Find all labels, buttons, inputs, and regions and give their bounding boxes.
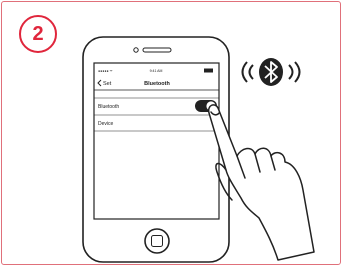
status-time: 9:41 AM <box>150 69 163 73</box>
row-device-label: Device <box>98 121 114 127</box>
row-bluetooth-label: Bluetooth <box>98 104 119 110</box>
nav-back-label[interactable]: Set <box>103 81 112 87</box>
battery-icon <box>204 68 213 73</box>
nav-title: Bluetooth <box>144 81 170 87</box>
signal-wave-left-inner <box>248 64 254 80</box>
home-button-icon[interactable] <box>144 228 170 254</box>
signal-wave-left-outer <box>241 61 248 83</box>
illustration: ●●●●● ᯤ 9:41 AM Set Bluetooth Bluetooth … <box>82 36 315 263</box>
bluetooth-icon <box>241 58 301 86</box>
signal-wave-right-inner <box>288 64 294 80</box>
signal-wave-right-outer <box>294 61 301 83</box>
status-carrier: ●●●●● ᯤ <box>98 69 114 73</box>
